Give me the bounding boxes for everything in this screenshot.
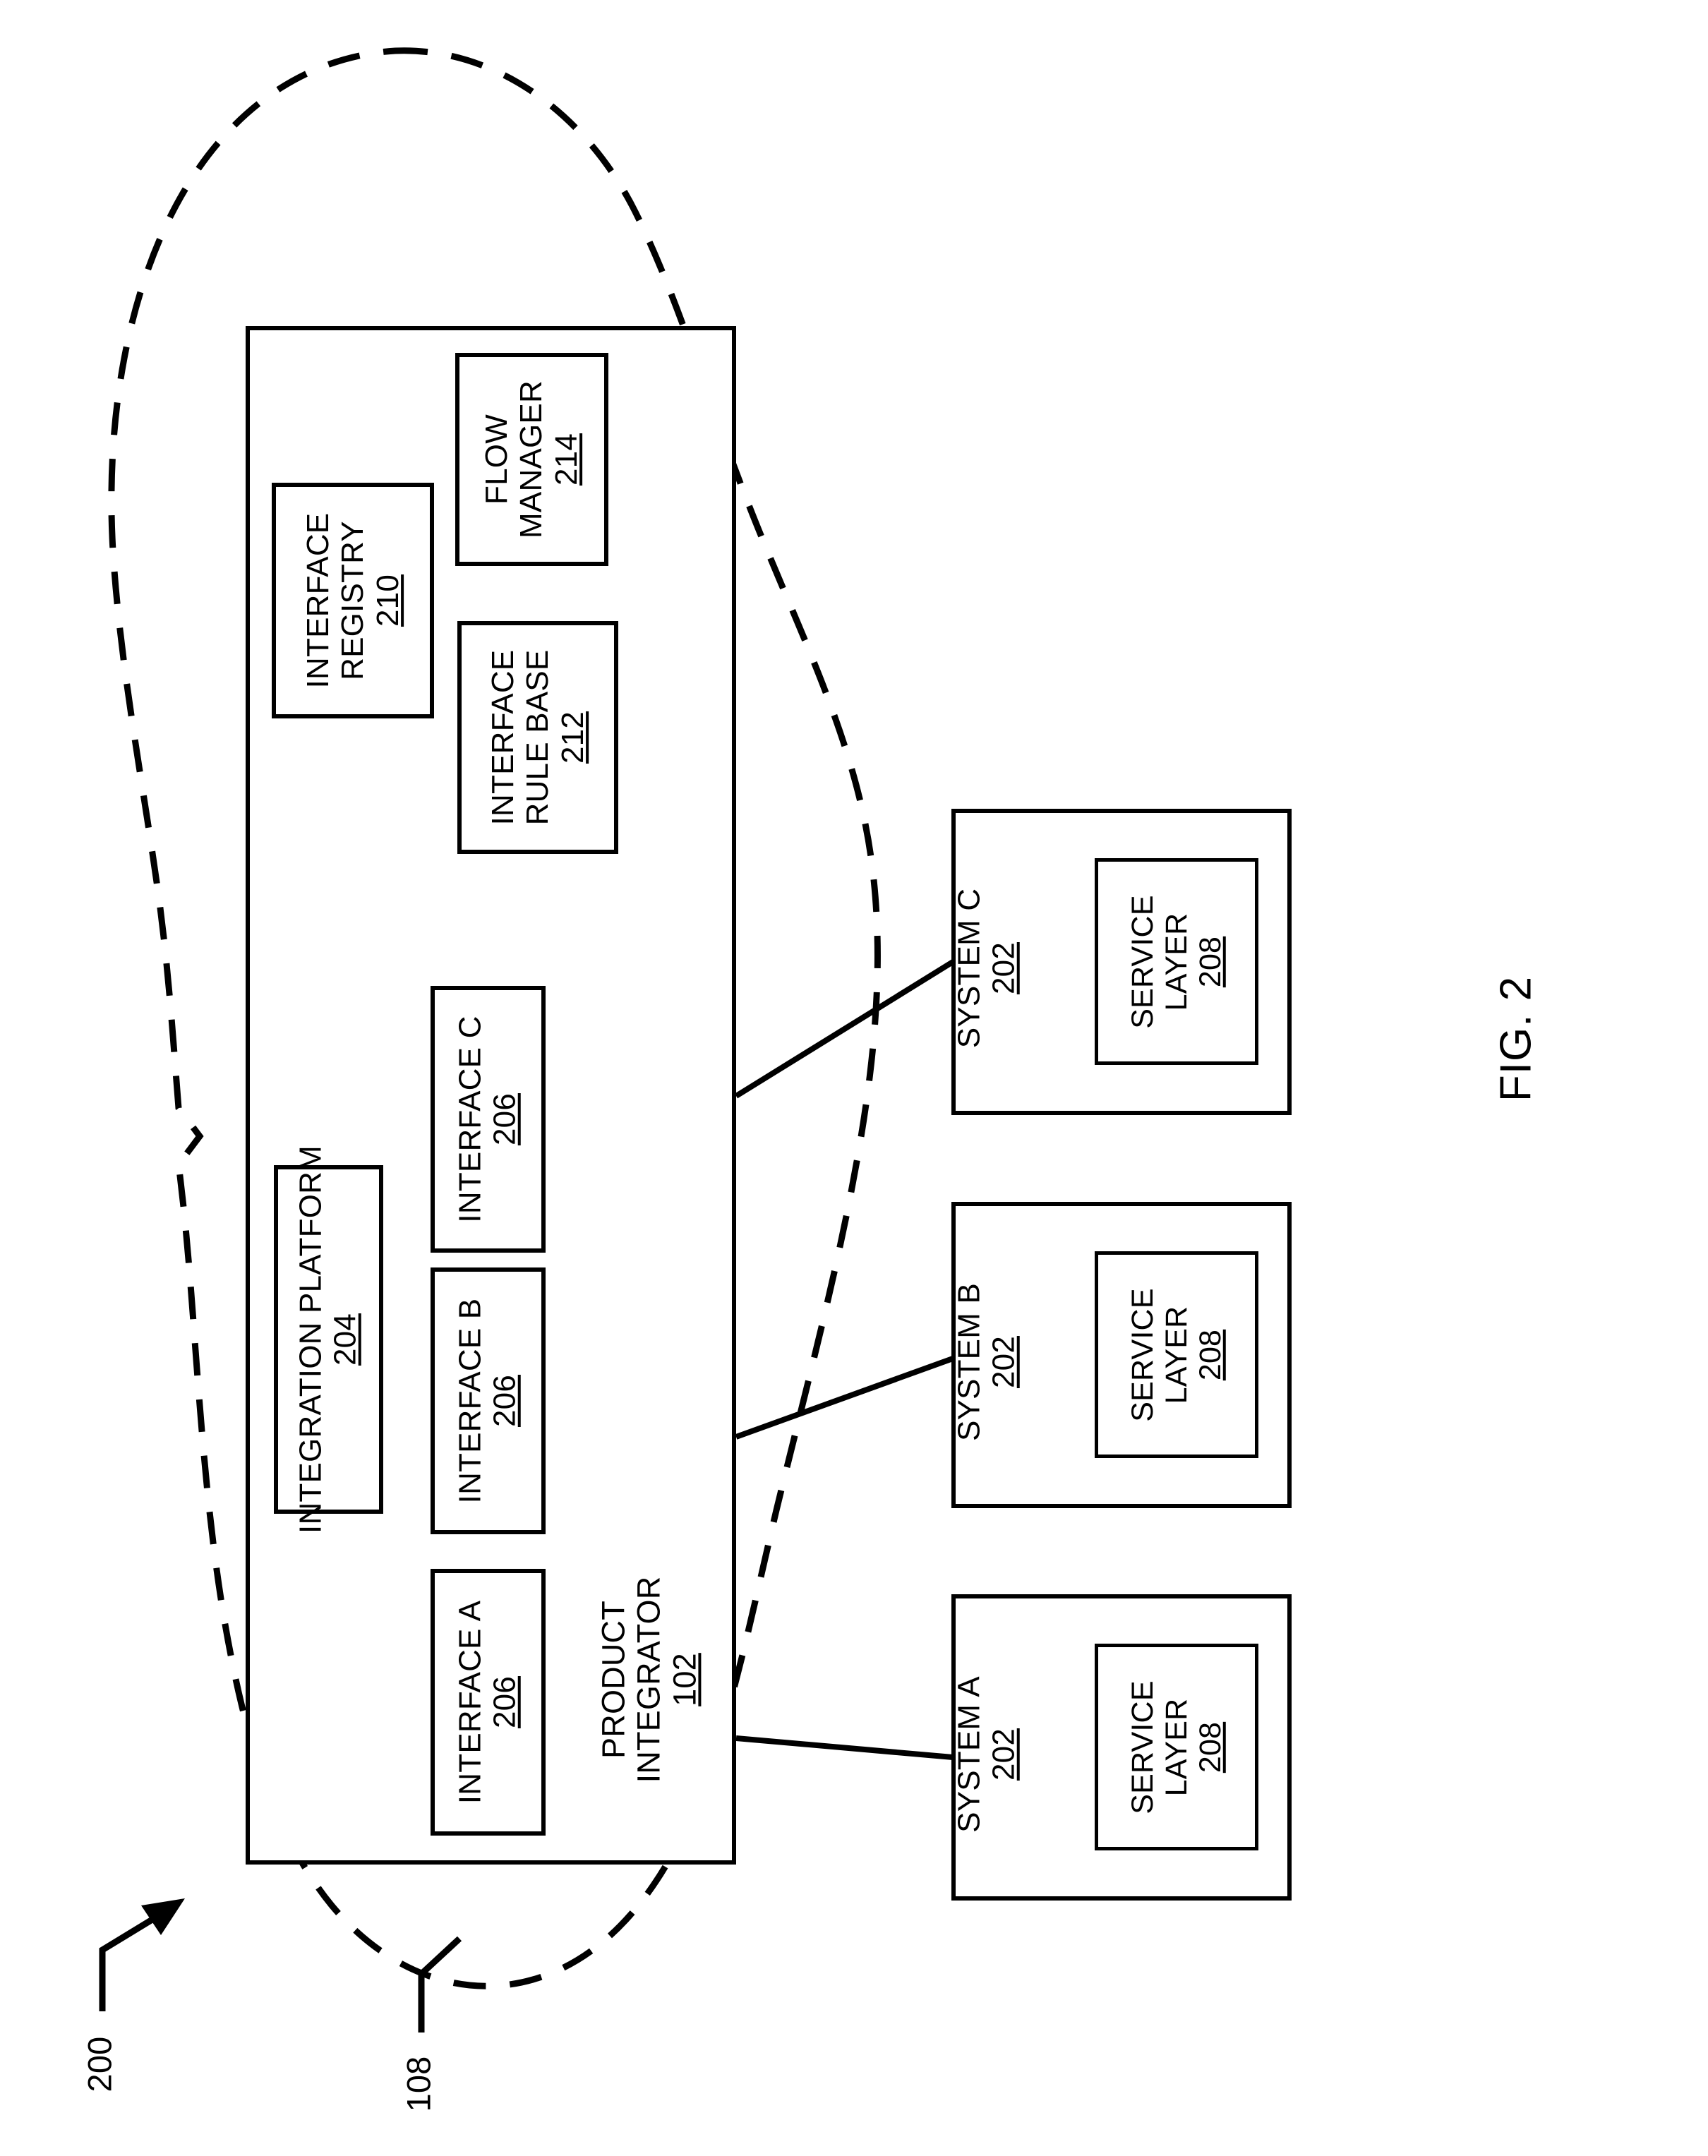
figure-caption-text: FIG. 2 [1491, 975, 1541, 1102]
interface-a-label: INTERFACE A 206 [453, 1601, 523, 1804]
reference-200-value: 200 [80, 2036, 119, 2092]
system-a-ref: 202 [987, 1728, 1021, 1781]
connector-to-system-c [734, 959, 955, 1099]
system-b-ref: 202 [987, 1336, 1021, 1389]
reference-200-text: 200 [80, 2036, 119, 2092]
interface-rule-base-line1: INTERFACE [486, 649, 521, 826]
integration-platform-line1: INTEGRATION PLATFORM [293, 1145, 328, 1534]
interface-b-ref: 206 [488, 1374, 522, 1428]
integration-platform-ref: 204 [328, 1313, 363, 1366]
system-c-ref: 202 [987, 942, 1021, 995]
interface-a-line1: INTERFACE A [452, 1600, 488, 1805]
flow-manager-ref: 214 [548, 433, 584, 486]
system-b-service-layer-line1: SERVICE [1125, 1288, 1160, 1422]
figure-caption: FIG. 2 [1491, 976, 1540, 1102]
system-b-title: SYSTEM B [951, 1282, 987, 1442]
system-a-label: SYSTEM A 202 [952, 1676, 1022, 1833]
flow-manager-line1: FLOW [479, 414, 515, 505]
interface-a-ref: 206 [488, 1675, 522, 1729]
interface-c-ref: 206 [488, 1093, 522, 1146]
interface-rule-base-label: INTERFACE RULE BASE 212 [486, 650, 590, 826]
interface-c-label: INTERFACE C 206 [453, 1016, 523, 1222]
system-b-service-layer-label: SERVICE LAYER 208 [1126, 1288, 1227, 1421]
interface-registry-line2: REGISTRY [335, 521, 371, 680]
system-c-service-layer-line1: SERVICE [1125, 895, 1160, 1029]
reference-108-value: 108 [399, 2056, 438, 2112]
product-integrator-ref: 102 [666, 1653, 703, 1706]
flow-manager-label: FLOW MANAGER 214 [479, 380, 584, 538]
product-integrator-title-line2: INTEGRATOR [630, 1576, 667, 1783]
patent-figure-2: PRODUCT INTEGRATOR 102 INTERFACE REGISTR… [0, 0, 1708, 2156]
system-a-service-layer-label: SERVICE LAYER 208 [1126, 1680, 1227, 1814]
reference-200-leader [99, 1898, 185, 2011]
system-b-service-layer-ref: 208 [1193, 1329, 1228, 1381]
interface-b-label: INTERFACE B 206 [453, 1299, 523, 1504]
product-integrator-label: PRODUCT INTEGRATOR 102 [595, 1576, 703, 1783]
system-c-service-layer-line2: LAYER [1159, 913, 1193, 1011]
system-c-label: SYSTEM C 202 [952, 889, 1022, 1049]
interface-b-line1: INTERFACE B [452, 1298, 488, 1504]
system-c-service-layer-ref: 208 [1193, 936, 1228, 988]
connector-to-system-b [735, 1356, 954, 1440]
interface-registry-ref: 210 [370, 574, 405, 627]
system-a-service-layer-line1: SERVICE [1125, 1680, 1160, 1814]
interface-registry-label: INTERFACE REGISTRY 210 [301, 513, 405, 689]
system-a-service-layer-line2: LAYER [1159, 1698, 1193, 1797]
flow-manager-line2: MANAGER [514, 380, 549, 538]
product-integrator-title-line1: PRODUCT [595, 1601, 632, 1759]
reference-108-text: 108 [399, 2056, 438, 2112]
integration-platform-label: INTEGRATION PLATFORM 204 [294, 1145, 363, 1534]
system-b-label: SYSTEM B 202 [952, 1283, 1022, 1441]
system-b-service-layer-line2: LAYER [1159, 1306, 1193, 1404]
interface-rule-base-line2: RULE BASE [520, 649, 555, 826]
system-a-service-layer-ref: 208 [1193, 1721, 1228, 1773]
system-c-title: SYSTEM C [951, 888, 987, 1049]
system-c-service-layer-label: SERVICE LAYER 208 [1126, 895, 1227, 1028]
interface-rule-base-ref: 212 [555, 711, 590, 764]
interface-registry-line1: INTERFACE [301, 512, 336, 689]
system-a-title: SYSTEM A [951, 1676, 987, 1833]
interface-c-line1: INTERFACE C [452, 1016, 488, 1223]
connector-to-system-a [735, 1735, 954, 1760]
